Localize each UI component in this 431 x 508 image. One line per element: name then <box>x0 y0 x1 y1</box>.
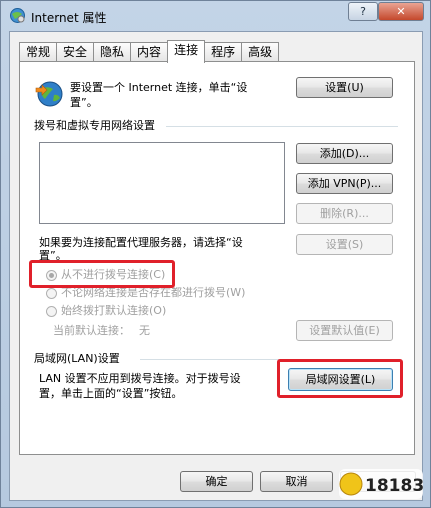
tab-programs[interactable]: 程序 <box>204 42 243 62</box>
radio-dial-when-no-network[interactable] <box>46 288 57 299</box>
watermark-text: 18183 <box>365 476 424 496</box>
connections-listbox[interactable] <box>39 142 285 224</box>
internet-options-icon <box>10 8 25 23</box>
setup-button[interactable]: 设置(U) <box>296 77 393 98</box>
tab-content[interactable]: 内容 <box>130 42 169 62</box>
current-default-label: 当前默认连接： <box>53 324 130 337</box>
window-title: Internet 属性 <box>31 11 107 25</box>
tab-privacy[interactable]: 隐私 <box>93 42 132 62</box>
add-connection-button[interactable]: 添加(D)... <box>296 143 393 164</box>
tab-general[interactable]: 常规 <box>19 42 58 62</box>
ok-button[interactable]: 确定 <box>180 471 253 492</box>
cancel-button[interactable]: 取消 <box>260 471 333 492</box>
internet-properties-window: Internet 属性 ? ✕ 常规 安全 隐私 内容 连接 程序 高级 要设置… <box>0 0 431 508</box>
site-watermark-logo: 18183 <box>339 469 424 499</box>
help-button[interactable]: ? <box>348 2 378 21</box>
title-bar[interactable]: Internet 属性 ? ✕ <box>1 1 430 31</box>
lan-description-line1: LAN 设置不应用到拨号连接。对于拨号设 <box>39 372 241 385</box>
highlight-lan-settings <box>277 359 403 398</box>
dialup-vpn-heading: 拨号和虚拟专用网络设置 <box>34 119 155 132</box>
set-default-button[interactable]: 设置默认值(E) <box>296 320 393 341</box>
current-default-value: 无 <box>139 324 150 337</box>
proxy-description-line1: 如果要为连接配置代理服务器，请选择“设 <box>39 236 243 249</box>
highlight-never-dial <box>29 260 175 288</box>
add-vpn-button[interactable]: 添加 VPN(P)... <box>296 173 393 194</box>
setup-description-line1: 要设置一个 Internet 连接，单击“设 <box>70 81 248 94</box>
radio-always-dial-label: 始终拨打默认连接(O) <box>61 304 167 317</box>
tab-security[interactable]: 安全 <box>56 42 95 62</box>
radio-dial-when-no-network-label: 不论网络连接是否存在都进行拨号(W) <box>61 286 246 299</box>
dialup-group-divider <box>166 126 398 127</box>
internet-globe-icon <box>35 81 63 107</box>
dialup-settings-button[interactable]: 设置(S) <box>296 234 393 255</box>
close-button[interactable]: ✕ <box>378 2 424 21</box>
radio-always-dial[interactable] <box>46 306 57 317</box>
tab-connections[interactable]: 连接 <box>167 40 206 63</box>
setup-description-line2: 置”。 <box>70 96 98 109</box>
tab-advanced[interactable]: 高级 <box>241 42 280 62</box>
remove-connection-button[interactable]: 删除(R)... <box>296 203 393 224</box>
lan-settings-heading: 局域网(LAN)设置 <box>34 352 120 365</box>
tab-strip: 常规 安全 隐私 内容 连接 程序 高级 <box>19 40 280 63</box>
lan-description-line2: 置，单击上面的“设置”按钮。 <box>39 387 183 400</box>
